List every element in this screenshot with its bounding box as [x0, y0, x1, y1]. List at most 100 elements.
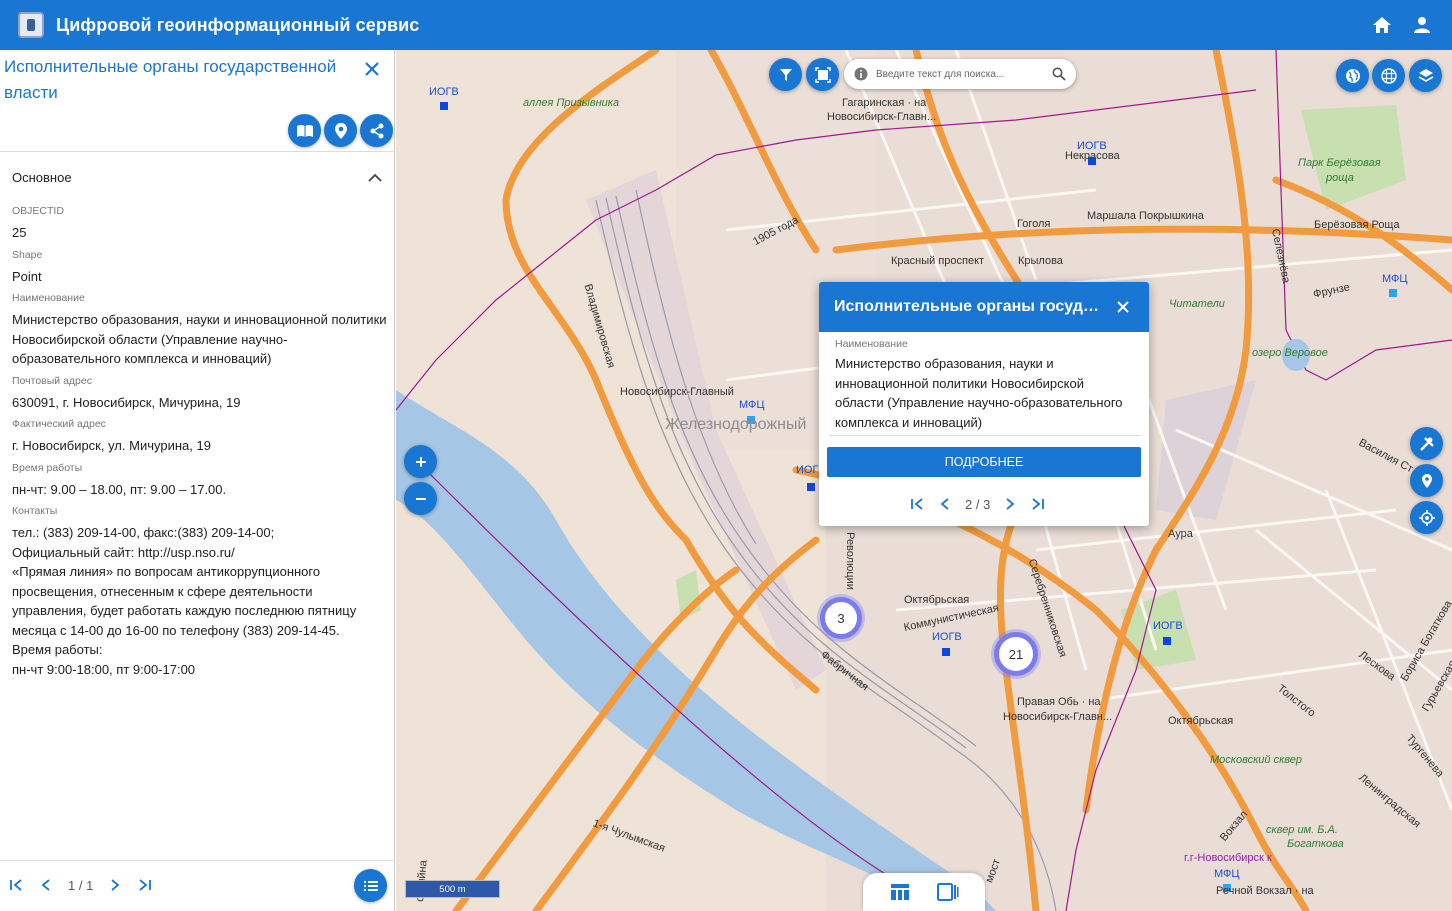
map-label: Московский сквер	[1210, 754, 1303, 766]
map-label: Маршала Покрышкина	[1087, 210, 1204, 222]
place-marker-button[interactable]	[1410, 464, 1443, 497]
district-label: Железнодорожный	[665, 416, 807, 433]
map-label: сквер им. Б.А.	[1266, 824, 1338, 836]
home-icon[interactable]	[1370, 13, 1394, 37]
first-page-icon[interactable]	[909, 496, 925, 512]
prev-page-icon[interactable]	[937, 496, 953, 512]
scale-bar: 500 m	[405, 880, 500, 898]
details-panel: Исполнительные органы государственной вл…	[0, 50, 395, 911]
field-value: 25	[12, 225, 27, 240]
filter-button[interactable]	[769, 58, 802, 91]
map-label: Правая Обь · на	[1017, 696, 1101, 708]
map-label: Крылова	[1018, 255, 1063, 267]
last-page-icon[interactable]	[1030, 496, 1046, 512]
zoom-in-button[interactable]	[404, 445, 437, 478]
tools-icon	[1419, 436, 1434, 451]
pin-icon	[334, 122, 347, 139]
search-icon[interactable]	[1052, 67, 1066, 81]
crosshair-icon	[1418, 509, 1435, 526]
panel-pager: 1 / 1	[8, 877, 153, 893]
tools-button[interactable]	[1410, 427, 1443, 460]
map-label: Аура	[1168, 528, 1193, 540]
map-label: МФЦ	[1214, 868, 1240, 880]
location-button[interactable]	[324, 114, 357, 147]
field-label: Shape	[12, 248, 43, 261]
side-panel-view-icon[interactable]	[936, 880, 960, 904]
map-label: Парк Берёзовая	[1298, 157, 1381, 169]
iogv-point[interactable]	[1163, 637, 1171, 645]
basemap-button[interactable]	[1336, 59, 1369, 92]
iogv-point[interactable]	[942, 648, 950, 656]
user-icon[interactable]	[1410, 13, 1434, 37]
map-cluster[interactable]: 3	[820, 597, 862, 639]
iogv-point[interactable]	[807, 483, 815, 491]
map-label: ИОГВ	[1153, 620, 1183, 632]
field-label: Наименование	[12, 292, 85, 304]
first-page-icon[interactable]	[8, 877, 24, 893]
map-cluster[interactable]: 21	[994, 632, 1038, 676]
book-button[interactable]	[288, 114, 321, 147]
field-label: Почтовый адрес	[12, 374, 92, 387]
app-title: Цифровой геоинформационный сервис	[56, 14, 420, 35]
map-label: Гагаринская · на	[842, 97, 927, 109]
app-logo-icon	[18, 12, 44, 38]
selection-icon	[814, 66, 831, 83]
my-location-button[interactable]	[1410, 501, 1443, 534]
popup-title: Исполнительные органы государственной вл…	[834, 298, 1100, 315]
page-indicator: 1 / 1	[68, 877, 94, 893]
map-label: Читатели	[1169, 298, 1225, 310]
chevron-up-icon	[368, 173, 382, 182]
table-view-icon[interactable]	[888, 880, 912, 904]
layers-icon	[1418, 68, 1433, 82]
next-page-icon[interactable]	[1002, 496, 1018, 512]
field-value: Point	[12, 268, 42, 284]
map-label: Революции	[843, 532, 856, 590]
popup-close-icon[interactable]	[1112, 296, 1134, 318]
field-value: пн-чт: 9.00 – 18.00, пт: 9.00 – 17.00.	[12, 481, 227, 497]
map-label: МФЦ	[739, 399, 765, 411]
popup-divider	[829, 435, 1141, 436]
map-label: МФЦ	[1382, 273, 1408, 285]
iogv-point[interactable]	[440, 102, 448, 110]
filter-icon	[779, 68, 792, 81]
layers-button[interactable]	[1409, 59, 1442, 92]
zoom-out-button[interactable]	[404, 482, 437, 515]
map-label: Октябрьская	[904, 594, 970, 606]
popup-field-label: Наименование	[835, 338, 908, 350]
map-label: Речной Вокзал · на	[1216, 885, 1314, 897]
grid-button[interactable]	[1372, 59, 1405, 92]
last-page-icon[interactable]	[137, 877, 153, 893]
mfc-point[interactable]	[1389, 289, 1397, 297]
book-icon	[296, 124, 313, 137]
field-value: г. Новосибирск, ул. Мичурина, 19	[12, 438, 211, 453]
popup-pager: 2 / 3	[909, 496, 1046, 512]
search-box[interactable]: Введите текст для поиска...	[844, 59, 1076, 89]
list-button[interactable]	[354, 869, 387, 902]
attribute-list: OBJECTID 25 Shape Point Наименование Мин…	[12, 205, 387, 685]
close-icon[interactable]	[359, 56, 385, 82]
share-button[interactable]	[360, 114, 393, 147]
search-input[interactable]: Введите текст для поиска...	[876, 69, 1052, 80]
map-label: Новосибирск-Главн...	[1003, 711, 1113, 723]
field-label: Контакты	[12, 505, 58, 517]
field-label: Время работы	[12, 461, 83, 474]
bottom-view-tabs	[863, 873, 985, 911]
panel-footer: 1 / 1	[0, 860, 395, 911]
popup-header: Исполнительные органы государственной вл…	[819, 282, 1149, 332]
section-toggle[interactable]: Основное	[12, 167, 382, 187]
map-label: Гоголя	[1017, 218, 1051, 230]
iogv-point[interactable]	[1088, 157, 1096, 165]
next-page-icon[interactable]	[107, 877, 123, 893]
details-button[interactable]: ПОДРОБНЕЕ	[827, 447, 1141, 477]
field-label: OBJECTID	[12, 205, 64, 217]
prev-page-icon[interactable]	[38, 877, 54, 893]
select-area-button[interactable]	[806, 58, 839, 91]
field-value: 630091, г. Новосибирск, Мичурина, 19	[12, 394, 241, 410]
minus-icon	[415, 497, 426, 500]
map-view[interactable]: ИОГВ аллея Призывника Гагаринская · на Н…	[396, 50, 1452, 911]
field-value: Министерство образования, науки и иннова…	[12, 312, 387, 366]
info-icon	[854, 67, 868, 81]
map-label: Красный проспект	[891, 255, 985, 267]
pin-icon	[1421, 473, 1432, 488]
map-label: ИОГВ	[932, 631, 962, 643]
